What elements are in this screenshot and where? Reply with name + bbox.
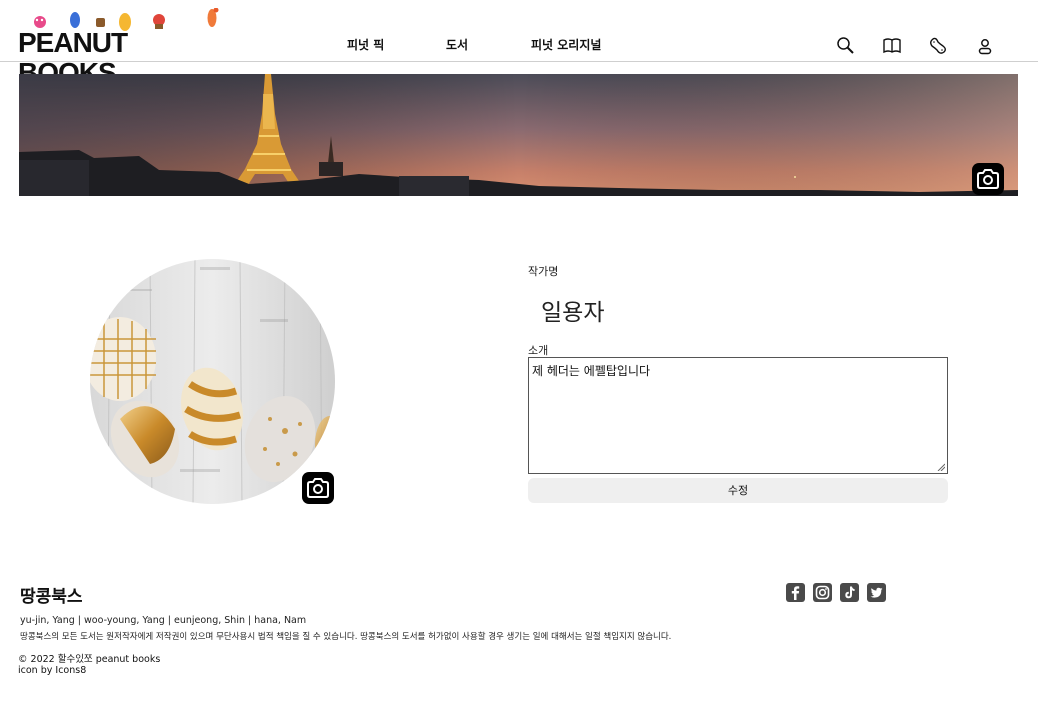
bio-label: 소개 <box>528 344 549 357</box>
twitter-icon[interactable] <box>867 583 886 602</box>
change-header-image-button[interactable] <box>972 163 1004 195</box>
footer-title: 땅콩북스 <box>20 587 83 607</box>
instagram-icon[interactable] <box>813 583 832 602</box>
peanut-icon[interactable] <box>928 36 948 56</box>
search-icon[interactable] <box>836 36 856 56</box>
user-icon[interactable] <box>975 36 995 56</box>
nav-peanut-original[interactable]: 피넛 오리지널 <box>531 36 601 53</box>
eiffel-tower-sunset-image <box>19 74 1018 196</box>
nav-peanut-pick[interactable]: 피넛 픽 <box>347 36 384 53</box>
easter-eggs-image <box>90 259 335 504</box>
profile-header-image <box>19 74 1018 196</box>
bio-text: 제 헤더는 에펠탑입니다 <box>532 364 651 378</box>
bio-textarea[interactable]: 제 헤더는 에펠탑입니다 <box>528 357 948 474</box>
author-avatar <box>90 259 335 504</box>
resize-handle-icon[interactable] <box>937 463 945 471</box>
icon-credit[interactable]: icon by Icons8 <box>18 665 86 676</box>
tiktok-icon[interactable] <box>840 583 859 602</box>
author-name: 일용자 <box>541 300 605 326</box>
peanut-books-logo[interactable]: PEANUT BOOKS <box>18 8 228 88</box>
camera-icon <box>977 169 999 189</box>
team-members: yu-jin, Yang | woo-young, Yang | eunjeon… <box>20 615 307 626</box>
facebook-icon[interactable] <box>786 583 805 602</box>
copyright-line: © 2022 할수있쪼 peanut books <box>18 654 161 665</box>
book-icon[interactable] <box>882 36 902 56</box>
camera-icon <box>307 478 329 498</box>
change-avatar-button[interactable] <box>302 472 334 504</box>
nav-books[interactable]: 도서 <box>446 36 468 53</box>
edit-profile-button[interactable]: 수정 <box>528 478 948 503</box>
author-name-label: 작가명 <box>528 265 559 278</box>
copyright-notice: 땅콩북스의 모든 도서는 원저작자에게 저작권이 있으며 무단사용시 법적 책임… <box>20 632 672 642</box>
site-header: PEANUT BOOKS 피넛 픽 도서 피넛 오리지널 <box>0 0 1038 88</box>
